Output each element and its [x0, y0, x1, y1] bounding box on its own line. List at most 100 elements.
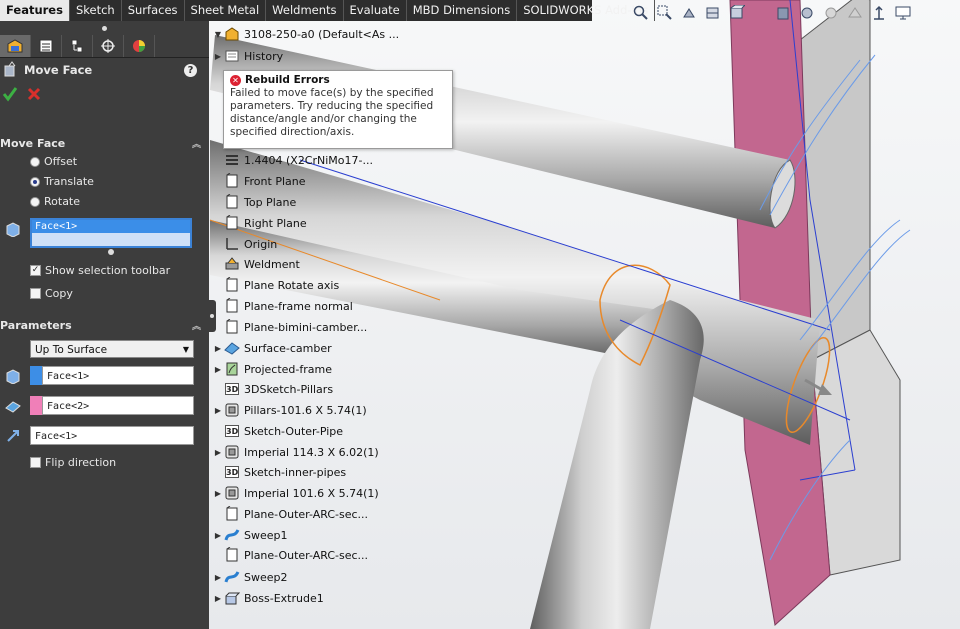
expand-icon[interactable]: ▶ [212, 365, 224, 374]
move-face-section-header[interactable]: Move Face ︽ [0, 135, 209, 151]
tree-item[interactable]: 3D 3DSketch-Pillars [212, 379, 333, 399]
tree-item[interactable]: 1.4404 (X2CrNiMo17-... [212, 150, 373, 170]
tree-item[interactable]: ▶ Sweep2 [212, 567, 288, 587]
tooltip-header: ✕ Rebuild Errors [230, 74, 446, 86]
zoom-to-fit-icon[interactable] [632, 4, 650, 22]
expand-icon[interactable]: ▶ [212, 489, 224, 498]
edit-appearance-icon[interactable] [822, 4, 840, 22]
collapse-icon[interactable]: ▼ [212, 30, 224, 39]
list-resize-grip[interactable] [108, 249, 114, 255]
checkbox-unchecked[interactable] [30, 457, 41, 468]
cancel-button[interactable] [26, 86, 42, 105]
expand-icon[interactable]: ▶ [212, 344, 224, 353]
checkbox-checked[interactable]: ✓ [30, 265, 41, 276]
weldment-icon [224, 256, 240, 272]
view-orientation-icon[interactable] [728, 4, 746, 22]
apply-scene-icon[interactable] [846, 4, 864, 22]
tab-evaluate[interactable]: Evaluate [344, 0, 407, 21]
tree-item[interactable]: Front Plane [212, 171, 306, 191]
radio-label: Offset [44, 155, 78, 168]
tree-item[interactable]: ▶ History [212, 46, 283, 66]
view-settings-icon[interactable] [870, 4, 888, 22]
face-1-icon [6, 369, 20, 384]
tree-item[interactable]: Origin [212, 234, 277, 254]
configuration-manager-tab-icon[interactable] [62, 35, 93, 57]
chevron-down-icon: ▼ [182, 345, 189, 354]
translate-radio[interactable]: Translate [30, 175, 94, 188]
tree-item[interactable]: Plane-bimini-camber... [212, 317, 367, 337]
tree-item-label: Plane-bimini-camber... [244, 320, 368, 334]
tree-item[interactable]: 3D Sketch-inner-pipes [212, 462, 346, 482]
material-icon [224, 152, 240, 168]
collapse-chevron-icon[interactable]: ︽ [192, 137, 201, 150]
end-condition-select[interactable]: Up To Surface ▼ [30, 340, 194, 358]
expand-icon[interactable]: ▶ [212, 448, 224, 457]
property-manager-tab-icon[interactable] [31, 35, 62, 57]
surface-icon [224, 340, 240, 356]
structural-member-icon [224, 402, 240, 418]
tree-item[interactable]: Top Plane [212, 192, 296, 212]
pm-title: Move Face [24, 63, 93, 77]
tree-item[interactable]: Plane-frame normal [212, 296, 353, 316]
display-style-icon[interactable] [774, 4, 792, 22]
tab-features[interactable]: Features [0, 0, 70, 21]
tree-item[interactable]: Weldment [212, 254, 300, 274]
tree-item[interactable]: ▶ Boss-Extrude1 [212, 588, 324, 608]
tree-item[interactable]: Right Plane [212, 213, 307, 233]
hide-show-items-icon[interactable] [798, 4, 816, 22]
rotate-radio[interactable]: Rotate [30, 195, 80, 208]
tree-item[interactable]: Plane-Outer-ARC-sec... [212, 545, 368, 565]
tooltip-title: Rebuild Errors [245, 74, 330, 86]
sweep-icon [224, 527, 240, 543]
expand-icon[interactable]: ▶ [212, 52, 224, 61]
tree-item[interactable]: ▶ Sweep1 [212, 525, 288, 545]
copy-checkbox[interactable]: Copy [30, 287, 73, 300]
collapse-chevron-icon[interactable]: ︽ [192, 319, 201, 332]
radio-button-off[interactable] [30, 156, 40, 167]
expand-icon[interactable]: ▶ [212, 573, 224, 582]
tree-item[interactable]: ▶ Surface-camber [212, 338, 332, 358]
history-icon [224, 48, 240, 64]
tree-item[interactable]: Plane Rotate axis [212, 275, 339, 295]
display-manager-tab-icon[interactable] [124, 35, 155, 57]
radio-button-off[interactable] [30, 196, 40, 207]
expand-icon[interactable]: ▶ [212, 531, 224, 540]
offset-radio[interactable]: Offset [30, 155, 77, 168]
selected-face-item[interactable]: Face<1> [32, 220, 190, 233]
expand-icon[interactable]: ▶ [212, 594, 224, 603]
extrude-icon [224, 590, 240, 606]
tab-sketch[interactable]: Sketch [70, 0, 122, 21]
face-1-field[interactable]: Face<1> [42, 366, 194, 385]
feature-manager-tab-icon[interactable] [0, 35, 31, 57]
monitor-icon[interactable] [894, 4, 912, 22]
tree-item[interactable]: ▶ Imperial 101.6 X 5.74(1) [212, 483, 379, 503]
parameters-section-header[interactable]: Parameters ︽ [0, 317, 209, 333]
dimxpert-manager-tab-icon[interactable] [93, 35, 124, 57]
flip-direction-checkbox[interactable]: Flip direction [30, 456, 116, 469]
ok-button[interactable] [2, 86, 18, 105]
show-selection-toolbar-checkbox[interactable]: ✓ Show selection toolbar [30, 264, 170, 277]
tree-item[interactable]: Plane-Outer-ARC-sec... [212, 504, 368, 524]
tree-item[interactable]: 3D Sketch-Outer-Pipe [212, 421, 343, 441]
tab-surfaces[interactable]: Surfaces [122, 0, 185, 21]
tree-item[interactable]: ▶ Imperial 114.3 X 6.02(1) [212, 442, 379, 462]
section-view-icon[interactable] [704, 4, 722, 22]
help-icon[interactable]: ? [184, 63, 197, 77]
tree-root-part[interactable]: ▼ 3108-250-a0 (Default<As ... [212, 24, 399, 44]
section-title: Move Face [0, 136, 66, 150]
checkbox-unchecked[interactable] [30, 288, 41, 299]
expand-icon[interactable]: ▶ [212, 406, 224, 415]
panel-grip[interactable] [0, 21, 209, 35]
previous-view-icon[interactable] [680, 4, 698, 22]
tab-mbd-dimensions[interactable]: MBD Dimensions [407, 0, 518, 21]
zoom-to-area-icon[interactable] [656, 4, 674, 22]
radio-button-on[interactable] [30, 176, 40, 187]
tab-sheet-metal[interactable]: Sheet Metal [185, 0, 267, 21]
tree-item[interactable]: ▶ Projected-frame [212, 359, 332, 379]
tab-weldments[interactable]: Weldments [266, 0, 344, 21]
tree-item[interactable]: ▶ Pillars-101.6 X 5.74(1) [212, 400, 367, 420]
tree-item-label: Sweep2 [244, 570, 288, 584]
faces-to-move-list[interactable]: Face<1> [30, 218, 192, 248]
face-2-field[interactable]: Face<2> [42, 396, 194, 415]
direction-reference-field[interactable]: Face<1> [30, 426, 194, 445]
